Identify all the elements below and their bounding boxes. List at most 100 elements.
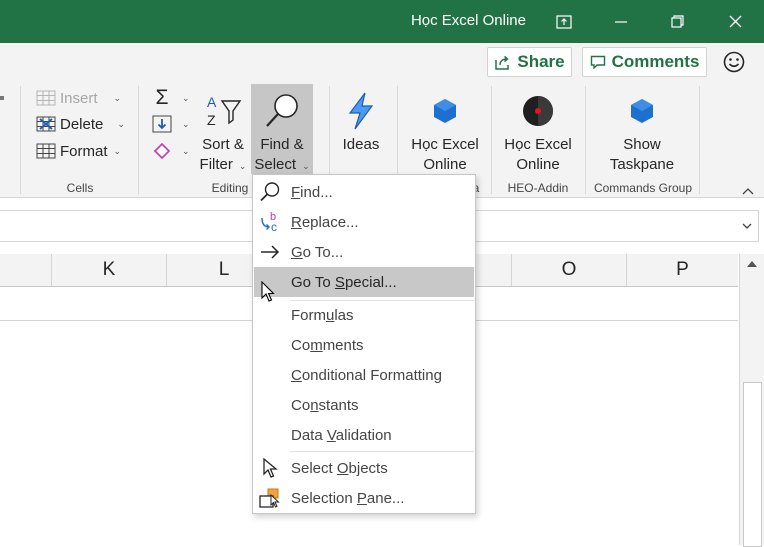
share-label: Share — [517, 52, 565, 71]
menu-item-label: Formulas — [291, 307, 354, 324]
menu-item-formulas[interactable]: Formulas — [254, 300, 474, 330]
scrollbar-thumb[interactable] — [743, 382, 762, 547]
hoc-excel-online-button[interactable]: Học Excel Online — [405, 87, 485, 175]
chevron-down-icon: ⌄ — [113, 92, 122, 103]
chevron-up-icon — [742, 188, 754, 195]
hoc-excel-cube-icon — [429, 87, 461, 135]
menu-item-replace[interactable]: bc Replace... — [254, 207, 474, 237]
menu-item-accesskey: V — [326, 426, 336, 444]
insert-cells-icon — [36, 89, 56, 107]
arrow-right-icon — [258, 240, 282, 264]
menu-item-label: Replace... — [291, 214, 359, 231]
insert-cells-button[interactable]: Insert ⌄ — [36, 87, 121, 109]
smiley-icon — [723, 51, 745, 73]
menu-item-accesskey: P — [356, 489, 367, 507]
close-button[interactable] — [707, 0, 764, 43]
menu-item-label-rest: ind... — [300, 183, 333, 201]
chevron-down-icon: ⌄ — [117, 118, 125, 129]
sort-filter-button[interactable]: AZ Sort & Filter ⌄ — [198, 87, 248, 176]
menu-item-constants[interactable]: Constants — [254, 390, 474, 420]
separator — [699, 86, 700, 194]
minimize-button[interactable] — [592, 0, 649, 43]
restore-button[interactable] — [649, 0, 706, 43]
autosum-button[interactable]: Σ ⌄ — [152, 86, 190, 109]
separator — [585, 86, 586, 194]
heo-addin-group-label: HEO-Addin — [507, 181, 569, 195]
expand-formula-bar-icon[interactable] — [742, 222, 752, 230]
menu-item-label: Conditional Formatting — [291, 367, 442, 384]
ideas-lightning-icon — [343, 87, 379, 135]
comments-button[interactable]: Comments — [582, 47, 707, 77]
sort-filter-line1: Sort & — [202, 136, 244, 153]
delete-cells-icon — [36, 115, 56, 133]
svg-text:A: A — [207, 94, 217, 110]
menu-item-find[interactable]: Find... — [254, 177, 474, 207]
sort-filter-icon: AZ — [203, 87, 243, 135]
replace-icon: bc — [258, 210, 282, 234]
menu-item-go-to[interactable]: Go To... — [254, 237, 474, 267]
show-taskpane-line2: Taskpane — [609, 156, 675, 173]
menu-item-select-objects[interactable]: Select Objects — [254, 453, 474, 483]
autosum-sigma-icon: Σ — [155, 86, 169, 109]
chevron-down-icon: ⌄ — [238, 161, 247, 171]
collapse-ribbon-button[interactable] — [741, 183, 755, 195]
menu-item-label: Data Validation — [291, 427, 392, 444]
chevron-down-icon: ⌄ — [113, 145, 122, 156]
smiley-feedback-button[interactable] — [722, 50, 746, 74]
ideas-button[interactable]: Ideas — [336, 87, 386, 155]
menu-item-label-pre: Form — [291, 306, 326, 324]
heo-addin-icon — [521, 87, 555, 135]
menu-item-accesskey: O — [336, 459, 349, 477]
menu-item-label-rest: bjects — [348, 459, 388, 477]
column-header[interactable] — [0, 254, 52, 286]
mouse-cursor — [261, 280, 277, 303]
menu-item-label-rest: ments — [322, 336, 364, 354]
heo-addin-line2: Online — [516, 156, 560, 173]
svg-text:c: c — [271, 220, 277, 234]
find-select-button[interactable]: Find & Select ⌄ — [251, 84, 313, 174]
title-bar: Học Excel Online — [0, 0, 764, 43]
chevron-down-icon: ⌄ — [302, 161, 310, 171]
heo-addin-button[interactable]: Học Excel Online — [498, 87, 578, 175]
menu-item-accesskey: m — [310, 336, 323, 354]
column-header-k[interactable]: K — [52, 254, 167, 286]
menu-item-conditional-formatting[interactable]: Conditional Formatting — [254, 360, 474, 390]
menu-item-accesskey: R — [291, 213, 302, 231]
menu-item-label-rest: ane... — [366, 489, 405, 507]
show-taskpane-button[interactable]: Show Taskpane — [602, 87, 682, 175]
fill-button[interactable]: ⌄ — [152, 113, 190, 135]
hoc-excel-line1: Học Excel — [411, 136, 479, 153]
find-select-line2: Select — [254, 156, 297, 173]
menu-item-label: Find... — [291, 184, 333, 201]
ribbon-display-options-button[interactable] — [535, 0, 592, 43]
menu-item-accesskey: S — [334, 273, 345, 291]
column-header-p[interactable]: P — [627, 254, 738, 286]
menu-item-label-pre: Select — [291, 459, 337, 477]
format-label: Format — [60, 142, 108, 160]
cells-group-label: Cells — [66, 181, 94, 195]
menu-item-selection-pane[interactable]: Selection Pane... — [254, 483, 474, 513]
scroll-up-arrow-icon[interactable] — [746, 260, 758, 268]
clear-button[interactable]: ⌄ — [152, 140, 190, 162]
ribbon-display-icon — [555, 14, 572, 29]
menu-item-label: Comments — [291, 337, 364, 354]
format-cells-button[interactable]: Format ⌄ — [36, 140, 121, 162]
menu-item-go-to-special[interactable]: Go To Special... — [254, 267, 474, 297]
menu-item-data-validation[interactable]: Data Validation — [254, 420, 474, 450]
menu-item-comments[interactable]: Comments — [254, 330, 474, 360]
separator — [491, 86, 492, 194]
close-icon — [729, 15, 742, 28]
column-header-o[interactable]: O — [512, 254, 627, 286]
menu-item-label-rest: las — [334, 306, 354, 324]
share-button[interactable]: Share — [487, 47, 572, 77]
left-edge-mark — [0, 96, 4, 100]
delete-cells-button[interactable]: Delete ⌄ — [36, 113, 125, 135]
share-icon — [495, 55, 510, 70]
separator — [138, 86, 139, 194]
menu-item-label-rest: onditional Formatting — [301, 366, 442, 384]
menu-item-label: Go To Special... — [291, 274, 397, 291]
menu-item-label-rest: pecial... — [344, 273, 397, 291]
menu-item-accesskey: n — [310, 396, 319, 414]
menu-item-label-rest: stants — [318, 396, 359, 414]
find-select-line2-wrap: Select ⌄ — [254, 155, 309, 176]
